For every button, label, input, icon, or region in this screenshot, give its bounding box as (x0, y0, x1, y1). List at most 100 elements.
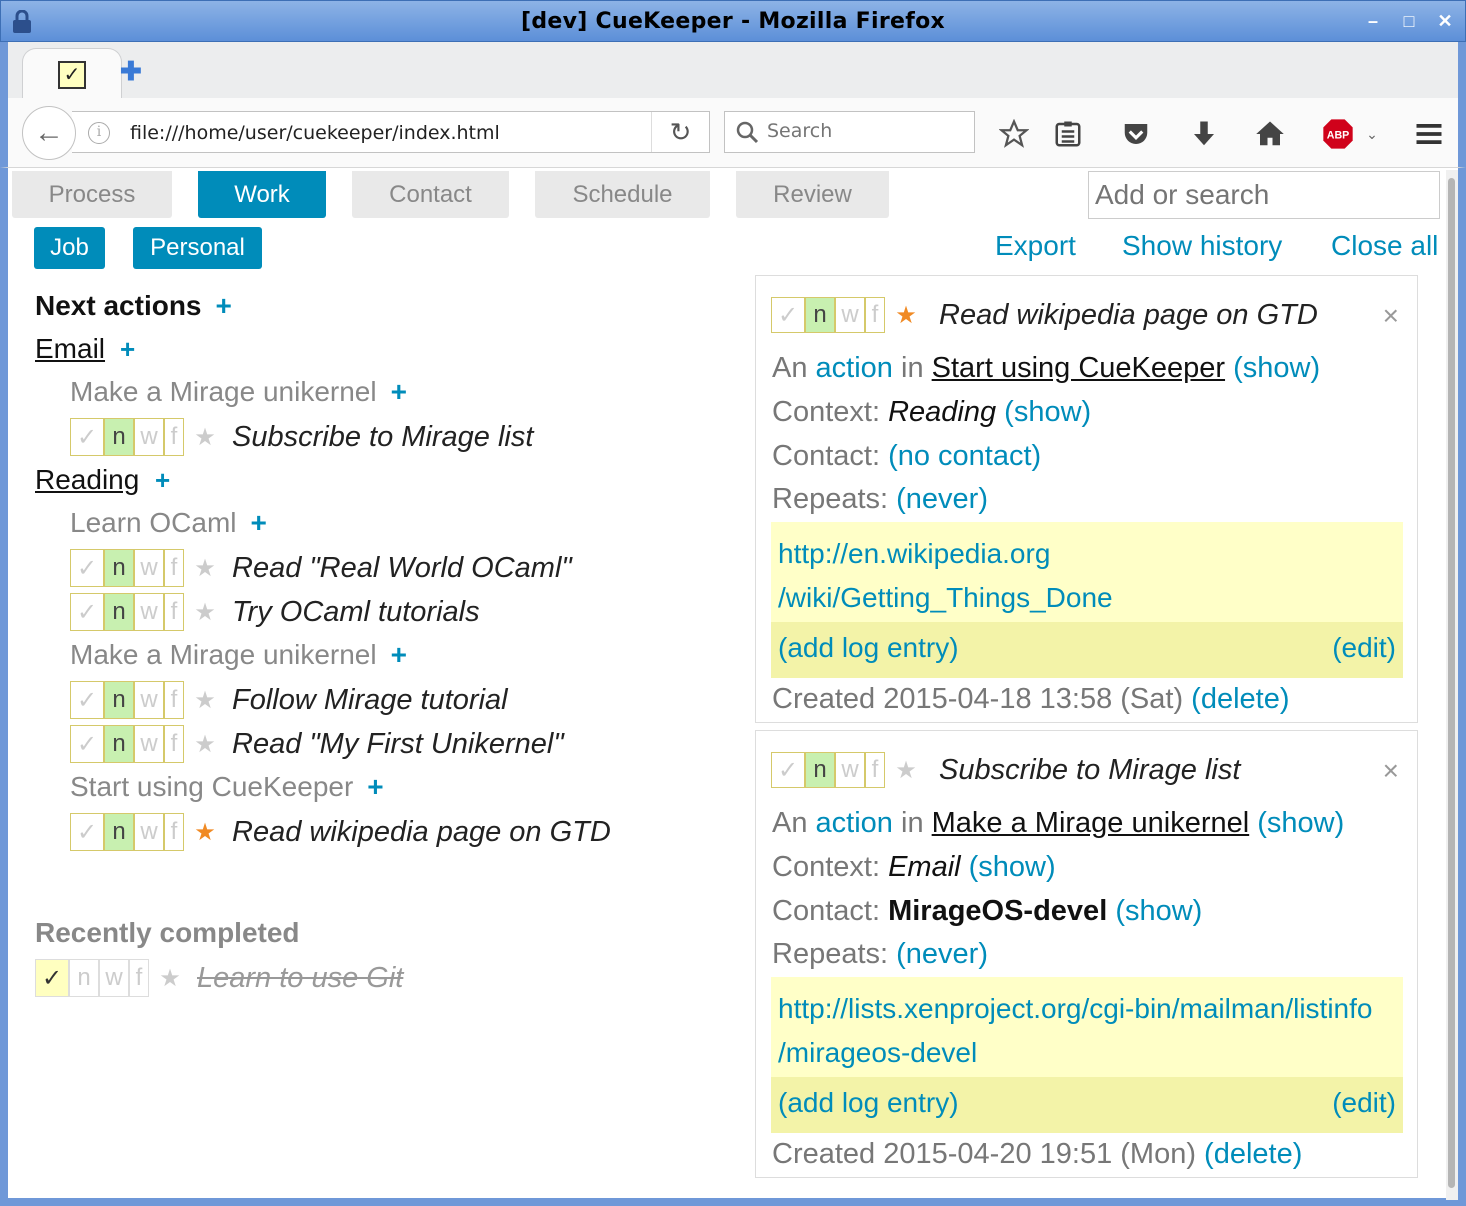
add-to-context-reading-icon[interactable]: + (155, 465, 170, 496)
notes-link-line[interactable]: http://en.wikipedia.org (778, 538, 1050, 569)
context-reading-label[interactable]: Reading (35, 464, 139, 495)
delete-link[interactable]: (delete) (1191, 683, 1289, 715)
project-label[interactable]: Make a Mirage unikernel (70, 376, 377, 407)
list-item[interactable]: ✓ n w f ★ Learn to use Git (35, 958, 403, 998)
star-icon[interactable]: ★ (190, 554, 220, 583)
close-all-link[interactable]: Close all (1331, 230, 1438, 262)
notes-link[interactable]: http://en.wikipedia.org/wiki/Getting_Thi… (778, 532, 1113, 620)
action-title[interactable]: Subscribe to Mirage list (232, 421, 533, 454)
list-item[interactable]: ✓ n w f ★ Read "My First Unikernel" (70, 724, 564, 764)
future-toggle[interactable]: f (164, 593, 184, 631)
add-or-search-input[interactable] (1088, 171, 1440, 219)
future-toggle[interactable]: f (164, 681, 184, 719)
list-item[interactable]: ✓ n w f ★ Read "Real World OCaml" (70, 548, 572, 588)
context-email-label[interactable]: Email (35, 333, 105, 364)
edit-link[interactable]: (edit) (1332, 1087, 1396, 1119)
list-item[interactable]: ✓ n w f ★ Follow Mirage tutorial (70, 680, 508, 720)
done-toggle[interactable]: ✓ (70, 549, 104, 587)
page-scrollbar[interactable] (1446, 170, 1458, 1200)
done-toggle[interactable]: ✓ (70, 418, 104, 456)
done-toggle[interactable]: ✓ (70, 681, 104, 719)
future-toggle[interactable]: f (164, 813, 184, 851)
show-link[interactable]: (show) (969, 851, 1056, 883)
future-toggle[interactable]: f (164, 725, 184, 763)
action-title[interactable]: Follow Mirage tutorial (232, 684, 508, 717)
project-start-using-cuekeeper[interactable]: Start using CueKeeper + (70, 771, 384, 803)
export-link[interactable]: Export (995, 230, 1076, 262)
done-toggle[interactable]: ✓ (771, 297, 805, 333)
tab-process[interactable]: Process (12, 171, 172, 218)
future-toggle[interactable]: f (865, 297, 885, 333)
minimize-icon[interactable]: – (1363, 11, 1383, 31)
new-tab-icon[interactable]: ✚ (120, 56, 142, 87)
url-bar[interactable]: i file:///home/user/cuekeeper/index.html… (72, 111, 710, 153)
add-action-icon[interactable]: + (391, 376, 407, 407)
browser-search-input[interactable] (767, 120, 967, 142)
future-toggle[interactable]: f (129, 959, 149, 997)
scrollbar-thumb[interactable] (1448, 178, 1455, 1188)
action-type-link[interactable]: action (816, 807, 893, 839)
next-toggle[interactable]: n (104, 418, 134, 456)
delete-link[interactable]: (delete) (1204, 1138, 1302, 1170)
adblock-icon[interactable]: ABP (1322, 118, 1354, 150)
star-icon[interactable]: ★ (891, 301, 921, 330)
future-toggle[interactable]: f (164, 418, 184, 456)
waiting-toggle[interactable]: w (134, 813, 164, 851)
filter-personal-button[interactable]: Personal (133, 227, 262, 269)
next-toggle[interactable]: n (104, 813, 134, 851)
panel-title[interactable]: Subscribe to Mirage list (939, 754, 1240, 787)
waiting-toggle[interactable]: w (99, 959, 129, 997)
star-icon[interactable]: ★ (190, 423, 220, 452)
action-type-link[interactable]: action (816, 352, 893, 384)
add-next-action-icon[interactable]: + (216, 290, 232, 321)
browser-search-box[interactable] (724, 111, 975, 153)
show-history-link[interactable]: Show history (1122, 230, 1282, 262)
panel-title[interactable]: Read wikipedia page on GTD (939, 299, 1318, 332)
project-label[interactable]: Make a Mirage unikernel (70, 639, 377, 670)
context-email[interactable]: Email (35, 333, 105, 365)
parent-project-link[interactable]: Make a Mirage unikernel (932, 807, 1250, 839)
back-arrow-icon[interactable]: ← (22, 106, 76, 160)
done-toggle[interactable]: ✓ (35, 959, 69, 997)
tab-contact[interactable]: Contact (352, 171, 509, 218)
edit-link[interactable]: (edit) (1332, 632, 1396, 664)
star-icon[interactable]: ★ (190, 686, 220, 715)
download-icon[interactable] (1188, 118, 1220, 150)
reload-icon[interactable]: ↻ (651, 112, 709, 152)
add-log-entry-link[interactable]: (add log entry) (778, 632, 959, 664)
next-toggle[interactable]: n (69, 959, 99, 997)
project-make-mirage-unikernel[interactable]: Make a Mirage unikernel + (70, 376, 407, 408)
done-toggle[interactable]: ✓ (771, 752, 805, 788)
browser-tab[interactable]: ✓ (22, 48, 122, 100)
list-item[interactable]: ✓ n w f ★ Subscribe to Mirage list (70, 417, 533, 457)
add-to-context-email-icon[interactable]: + (120, 334, 135, 365)
waiting-toggle[interactable]: w (134, 418, 164, 456)
waiting-toggle[interactable]: w (134, 681, 164, 719)
show-link[interactable]: (show) (1233, 352, 1320, 384)
action-title[interactable]: Read "My First Unikernel" (232, 728, 564, 761)
star-icon[interactable]: ★ (155, 964, 185, 993)
info-icon[interactable]: i (88, 122, 110, 144)
list-item[interactable]: ✓ n w f ★ Read wikipedia page on GTD (70, 812, 611, 852)
waiting-toggle[interactable]: w (134, 725, 164, 763)
done-toggle[interactable]: ✓ (70, 813, 104, 851)
add-log-entry-link[interactable]: (add log entry) (778, 1087, 959, 1119)
tab-review[interactable]: Review (736, 171, 889, 218)
show-link[interactable]: (show) (1004, 396, 1091, 428)
url-text[interactable]: file:///home/user/cuekeeper/index.html (130, 122, 500, 144)
context-value[interactable]: Email (888, 851, 961, 883)
notes-link-line[interactable]: /wiki/Getting_Things_Done (778, 582, 1113, 613)
action-title[interactable]: Read wikipedia page on GTD (232, 816, 611, 849)
reading-list-icon[interactable] (1052, 118, 1084, 150)
future-toggle[interactable]: f (865, 752, 885, 788)
star-icon[interactable]: ★ (190, 818, 220, 847)
pocket-icon[interactable] (1120, 118, 1152, 150)
add-action-icon[interactable]: + (367, 771, 383, 802)
close-window-icon[interactable]: ✕ (1435, 11, 1455, 31)
maximize-icon[interactable]: □ (1399, 11, 1419, 31)
filter-job-button[interactable]: Job (34, 227, 105, 269)
tab-schedule[interactable]: Schedule (535, 171, 710, 218)
repeats-value[interactable]: (never) (896, 483, 988, 515)
bookmark-star-icon[interactable] (998, 118, 1030, 150)
done-toggle[interactable]: ✓ (70, 725, 104, 763)
